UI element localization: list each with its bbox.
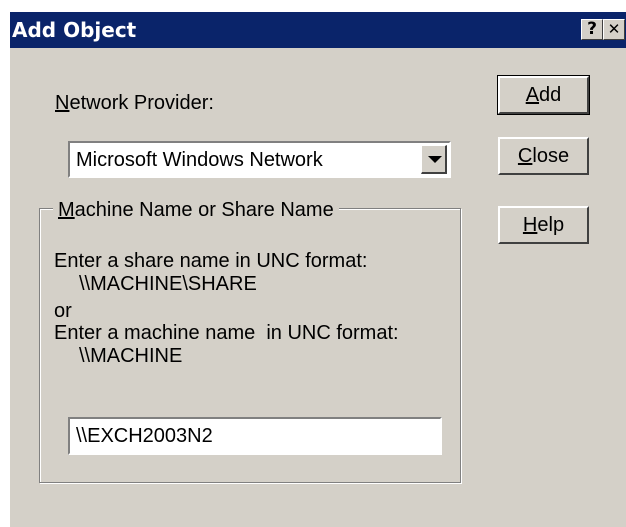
- network-provider-select[interactable]: Microsoft Windows Network: [68, 141, 451, 178]
- add-object-dialog: Add Object ? ✕ Network Provider: Microso…: [9, 11, 626, 527]
- label-text: etwork Provider:: [69, 92, 214, 114]
- close-button[interactable]: Close: [498, 137, 589, 175]
- instruction-or: or: [54, 300, 72, 322]
- button-label: elp: [537, 214, 565, 236]
- instruction-machine-example: \\MACHINE: [79, 345, 183, 367]
- group-title-text: achine Name or Share Name: [74, 199, 334, 221]
- window-title: Add Object: [12, 18, 137, 42]
- accel-key: M: [58, 199, 75, 221]
- add-button[interactable]: Add: [497, 75, 590, 115]
- close-icon[interactable]: ✕: [603, 19, 625, 40]
- accel-key: C: [517, 145, 533, 167]
- help-icon[interactable]: ?: [581, 19, 603, 40]
- accel-key: H: [522, 214, 538, 236]
- instruction-share-line: Enter a share name in UNC format:: [54, 250, 368, 272]
- network-provider-value: Microsoft Windows Network: [76, 149, 323, 171]
- unc-path-input[interactable]: [68, 417, 442, 455]
- help-button[interactable]: Help: [498, 206, 589, 244]
- title-bar[interactable]: Add Object ? ✕: [10, 12, 626, 48]
- instruction-share-example: \\MACHINE\SHARE: [79, 273, 257, 295]
- accel-key: A: [525, 84, 540, 106]
- instruction-machine-line: Enter a machine name in UNC format:: [54, 322, 399, 344]
- accel-key: N: [55, 92, 70, 114]
- network-provider-label: Network Provider:: [55, 92, 214, 115]
- button-label: dd: [539, 84, 562, 106]
- group-title: Machine Name or Share Name: [53, 199, 339, 222]
- button-label: lose: [532, 145, 570, 167]
- chevron-down-icon[interactable]: [421, 145, 447, 174]
